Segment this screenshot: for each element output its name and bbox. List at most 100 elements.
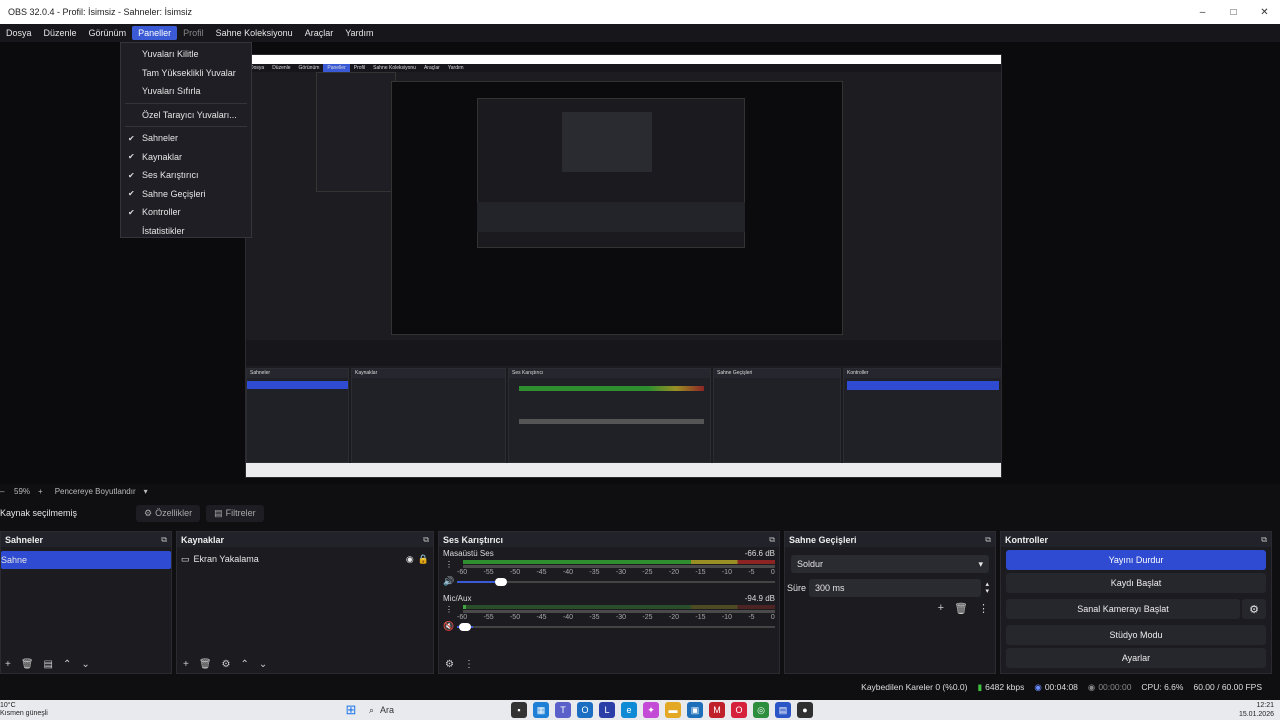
- meter-ticks: -60 -55 -50 -45 -40 -35 -30 -25 -20 -15 -10 -5 0: [457, 569, 775, 576]
- settings-button[interactable]: Ayarlar: [1006, 648, 1266, 668]
- meter-ticks: -60 -55 -50 -45 -40 -35 -30 -25 -20 -15 -10 -5 0: [457, 614, 775, 621]
- volume-meter: ⋮: [445, 560, 775, 569]
- scene-item[interactable]: Sahne: [1, 551, 171, 569]
- trash-icon[interactable]: 🗑: [954, 602, 968, 615]
- mixer-dock-title: Ses Karıştırıcı: [443, 534, 504, 545]
- menu-docks[interactable]: Paneller: [132, 26, 178, 40]
- arrow-up-icon[interactable]: ⌃: [241, 659, 249, 670]
- filter-icon[interactable]: ▤: [44, 659, 53, 670]
- cpu-usage: CPU: 6.6%: [1141, 682, 1184, 692]
- dropped-frames: Kaybedilen Kareler 0 (%0.0): [861, 682, 968, 692]
- chevron-down-icon[interactable]: ▾: [144, 487, 148, 496]
- menu-item-custom-browser-docks[interactable]: Özel Tarayıcı Yuvaları...: [121, 106, 251, 125]
- trash-icon[interactable]: 🗑: [21, 659, 34, 670]
- zoom-mode[interactable]: Pencereye Boyutlandır: [55, 487, 136, 496]
- menu-scene-collection[interactable]: Sahne Koleksiyonu: [210, 26, 299, 40]
- scene-transitions-dock: Sahne Geçişleri ⧉ Soldur ▾ Süre 300 ms ▴ ▾ …: [784, 531, 996, 674]
- minimize-button[interactable]: –: [1187, 0, 1218, 24]
- chrome-icon[interactable]: ◎: [753, 702, 769, 718]
- windows-start-icon[interactable]: ⊞: [343, 702, 359, 718]
- gear-icon[interactable]: ⚙: [222, 659, 231, 670]
- maximize-button[interactable]: □: [1218, 0, 1249, 24]
- menu-file[interactable]: Dosya: [0, 26, 38, 40]
- volume-slider[interactable]: 🔇: [443, 621, 775, 631]
- widgets-icon[interactable]: ▦: [533, 702, 549, 718]
- menu-item-controls[interactable]: ✔ Kontroller: [121, 203, 251, 222]
- menu-item-sources[interactable]: ✔ Kaynaklar: [121, 148, 251, 167]
- menu-item-reset-docks[interactable]: Yuvaları Sıfırla: [121, 82, 251, 101]
- outlook-icon[interactable]: O: [577, 702, 593, 718]
- gear-icon[interactable]: ⚙: [1242, 599, 1266, 619]
- menu-tools[interactable]: Araçlar: [299, 26, 340, 40]
- app-icon[interactable]: ▤: [775, 702, 791, 718]
- trash-icon[interactable]: 🗑: [199, 659, 212, 670]
- start-recording-button[interactable]: Kaydı Başlat: [1006, 573, 1266, 593]
- studio-mode-button[interactable]: Stüdyo Modu: [1006, 625, 1266, 645]
- opera-icon[interactable]: O: [731, 702, 747, 718]
- window-title: OBS 32.0.4 - Profil: İsimsiz - Sahneler:…: [8, 7, 193, 17]
- taskbar-search[interactable]: ⌕ Ara: [365, 702, 505, 718]
- arrow-up-icon[interactable]: ⌃: [63, 659, 71, 670]
- advanced-audio-icon[interactable]: ⚙: [445, 659, 454, 670]
- start-virtual-camera-button[interactable]: Sanal Kamerayı Başlat: [1006, 599, 1240, 619]
- scenes-dock-title: Sahneler: [5, 534, 44, 545]
- bitrate: 6482 kbps: [985, 682, 1025, 692]
- speaker-muted-icon[interactable]: 🔇: [443, 621, 454, 632]
- edge-icon[interactable]: e: [621, 702, 637, 718]
- stop-streaming-button[interactable]: Yayını Durdur: [1006, 550, 1266, 570]
- lock-icon[interactable]: 🔒: [418, 554, 429, 565]
- undock-icon[interactable]: ⧉: [423, 535, 429, 545]
- undock-icon[interactable]: ⧉: [769, 535, 775, 545]
- duration-input[interactable]: 300 ms: [809, 579, 982, 597]
- undock-icon[interactable]: ⧉: [1261, 535, 1267, 545]
- duration-stepper[interactable]: ▴ ▾: [985, 581, 989, 595]
- add-icon[interactable]: +: [5, 659, 11, 670]
- check-icon: ✔: [128, 152, 135, 162]
- transition-select[interactable]: Soldur ▾: [791, 555, 989, 573]
- check-icon: ✔: [128, 207, 135, 217]
- menu-edit[interactable]: Düzenle: [38, 26, 83, 40]
- volume-slider[interactable]: 🔊: [443, 576, 775, 586]
- properties-button[interactable]: ⚙ Özellikler: [136, 504, 201, 522]
- copilot-icon[interactable]: ✦: [643, 702, 659, 718]
- menu-item-lock-docks[interactable]: Yuvaları Kilitle: [121, 45, 251, 64]
- arrow-down-icon[interactable]: ⌄: [259, 659, 267, 670]
- window-controls: – □ ✕: [1187, 0, 1280, 24]
- docks-dropdown-menu: Yuvaları Kilitle Tam Yükseklikli Yuvalar…: [120, 42, 252, 238]
- source-item[interactable]: ▭ Ekran Yakalama ◉ 🔒: [181, 551, 429, 567]
- zoom-bar: – 59% + Pencereye Boyutlandır ▾: [0, 486, 148, 496]
- task-view-icon[interactable]: ▪: [511, 702, 527, 718]
- menu-view[interactable]: Görünüm: [83, 26, 133, 40]
- zoom-percent[interactable]: 59%: [14, 487, 30, 496]
- menu-item-stats[interactable]: İstatistikler: [121, 222, 251, 241]
- undock-icon[interactable]: ⧉: [161, 535, 167, 545]
- weather-widget[interactable]: 10°C Kısmen güneşli: [0, 702, 90, 718]
- menu-item-full-height-docks[interactable]: Tam Yükseklikli Yuvalar: [121, 64, 251, 83]
- close-button[interactable]: ✕: [1249, 0, 1280, 24]
- app-icon[interactable]: M: [709, 702, 725, 718]
- speaker-icon[interactable]: 🔊: [443, 576, 454, 587]
- undock-icon[interactable]: ⧉: [985, 535, 991, 545]
- sources-dock-title: Kaynaklar: [181, 534, 225, 545]
- teams-icon[interactable]: T: [555, 702, 571, 718]
- arrow-down-icon[interactable]: ⌄: [81, 659, 89, 670]
- eye-icon[interactable]: ◉: [406, 554, 414, 565]
- obs-icon[interactable]: ●: [797, 702, 813, 718]
- kebab-menu-icon[interactable]: ⋮: [464, 659, 474, 670]
- menu-profile[interactable]: Profil: [177, 26, 210, 40]
- menu-item-scenes[interactable]: ✔ Sahneler: [121, 129, 251, 148]
- check-icon: ✔: [128, 133, 135, 143]
- kebab-menu-icon[interactable]: ⋮: [978, 602, 989, 615]
- menu-item-audio-mixer[interactable]: ✔ Ses Karıştırıcı: [121, 166, 251, 185]
- folder-icon[interactable]: ▬: [665, 702, 681, 718]
- store-icon[interactable]: ▣: [687, 702, 703, 718]
- add-icon[interactable]: +: [183, 659, 189, 670]
- kebab-menu-icon[interactable]: ⋮: [445, 605, 453, 614]
- app-icon[interactable]: L: [599, 702, 615, 718]
- menu-item-scene-transitions[interactable]: ✔ Sahne Geçişleri: [121, 185, 251, 204]
- add-icon[interactable]: +: [938, 602, 944, 615]
- kebab-menu-icon[interactable]: ⋮: [445, 560, 453, 569]
- filters-button[interactable]: ▤ Filtreler: [206, 504, 264, 522]
- menu-help[interactable]: Yardım: [339, 26, 379, 40]
- taskbar-clock[interactable]: 12:21 15.01.2026: [1239, 701, 1274, 719]
